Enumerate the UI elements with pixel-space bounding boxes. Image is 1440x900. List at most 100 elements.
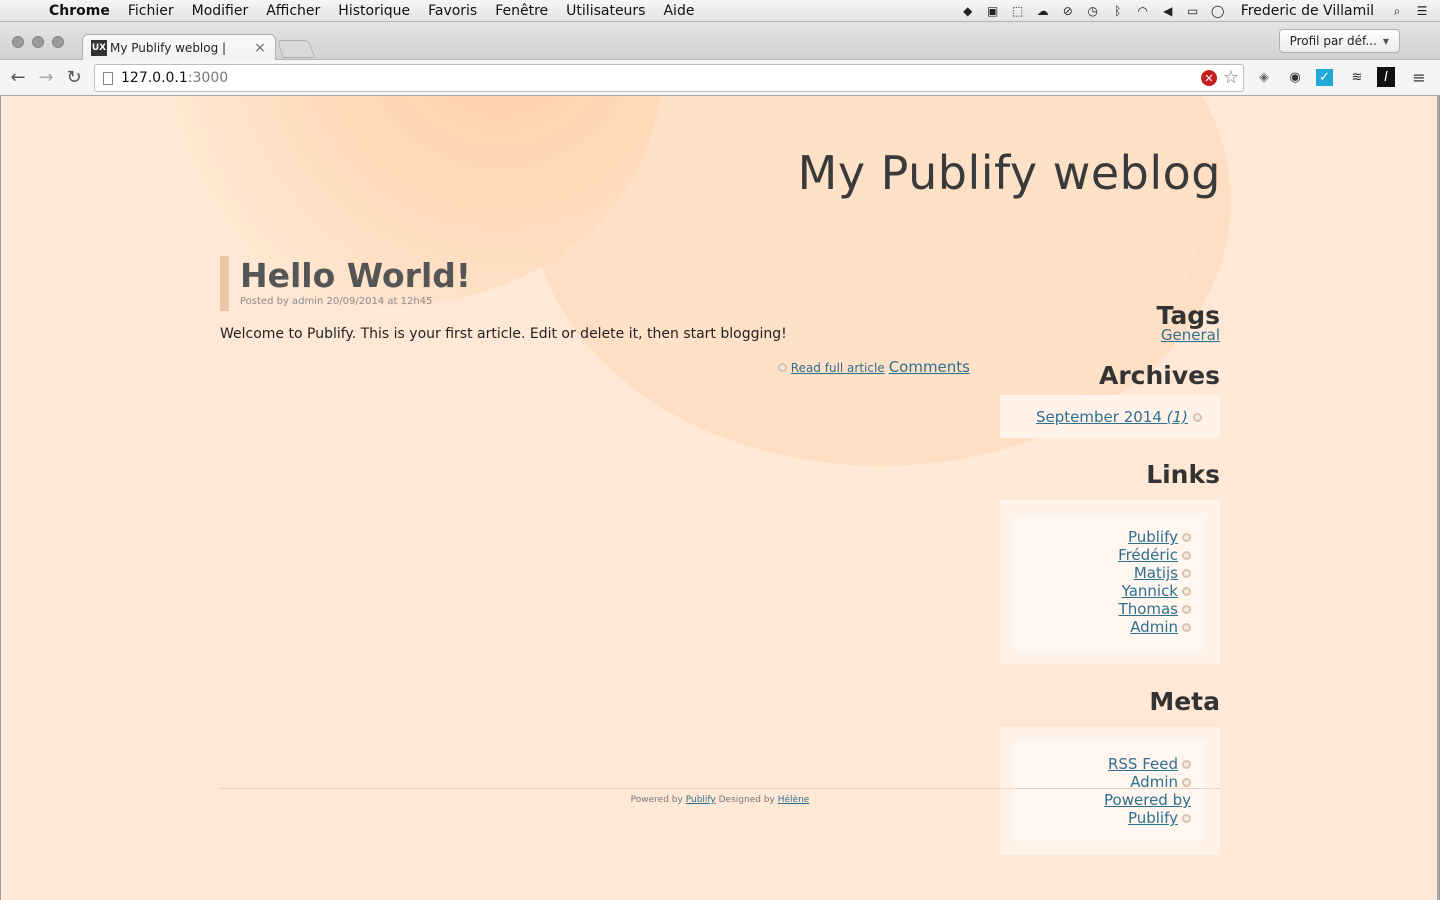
menu-favoris[interactable]: Favoris xyxy=(419,3,486,19)
links-box: Publify Frédéric Matijs Yannick Thomas A… xyxy=(1000,500,1220,664)
link-publify[interactable]: Publify xyxy=(1128,528,1178,546)
color-picker-icon[interactable]: ◉ xyxy=(1284,66,1306,88)
read-full-article-link[interactable]: Read full article xyxy=(791,361,885,375)
tab-my-publify-weblog[interactable]: UX My Publify weblog | × xyxy=(82,34,276,61)
bullet-icon xyxy=(1182,814,1191,823)
article-title[interactable]: Hello World! xyxy=(240,256,972,296)
rss-feed-link[interactable]: RSS Feed xyxy=(1108,755,1178,773)
address-bar[interactable]: 127.0.0.1:3000 ✕ ☆ xyxy=(94,64,1244,92)
spotlight-search-icon[interactable]: ⌕ xyxy=(1389,4,1405,18)
tab-strip: UX My Publify weblog | × Profil par déf.… xyxy=(0,22,1440,61)
archives-box: September 2014 (1) xyxy=(1000,395,1220,438)
bullet-icon xyxy=(1182,551,1191,560)
url-host: 127.0.0.1 xyxy=(121,70,188,86)
profile-label: Profil par déf... xyxy=(1289,34,1377,48)
tab-close-icon[interactable]: × xyxy=(253,40,267,56)
menu-fenetre[interactable]: Fenêtre xyxy=(486,3,557,19)
screenshot-icon[interactable]: ⬚ xyxy=(1010,4,1026,18)
list-item: Admin xyxy=(1024,618,1191,636)
list-item: Matijs xyxy=(1024,564,1191,582)
bullet-icon xyxy=(1182,569,1191,578)
layers-icon[interactable]: ≋ xyxy=(1346,66,1368,88)
sync-icon[interactable]: ⊘ xyxy=(1060,4,1076,18)
page-footer: Powered by Publify Designed by Hélène xyxy=(220,788,1220,805)
url-port: :3000 xyxy=(187,70,229,86)
volume-icon[interactable]: ◀ xyxy=(1160,4,1176,18)
pocket-icon[interactable]: ◈ xyxy=(1253,66,1275,88)
menu-modifier[interactable]: Modifier xyxy=(183,3,258,19)
powered-by-line2: Publify xyxy=(1127,809,1178,827)
time-machine-icon[interactable]: ◷ xyxy=(1085,4,1101,18)
chrome-menu-icon[interactable]: ≡ xyxy=(1408,66,1430,88)
link-admin[interactable]: Admin xyxy=(1130,618,1178,636)
meta-heading: Meta xyxy=(1149,687,1220,716)
links-box-inner: Publify Frédéric Matijs Yannick Thomas A… xyxy=(1014,514,1206,650)
link-yannick[interactable]: Yannick xyxy=(1122,582,1178,600)
b-app-icon[interactable]: ▣ xyxy=(985,4,1001,18)
instapaper-icon[interactable]: I xyxy=(1377,67,1395,87)
bullet-icon xyxy=(1182,587,1191,596)
adblock-stop-icon[interactable]: ✕ xyxy=(1201,70,1217,86)
menu-app-chrome[interactable]: Chrome xyxy=(40,3,119,19)
battery-icon[interactable]: ▭ xyxy=(1185,4,1201,18)
article-header: Hello World! Posted by admin 20/09/2014 … xyxy=(220,256,972,311)
menu-historique[interactable]: Historique xyxy=(329,3,419,19)
archive-month: September 2014 xyxy=(1036,408,1162,426)
list-item: Thomas xyxy=(1024,600,1191,618)
browser-toolbar: ← → ↻ 127.0.0.1:3000 ✕ ☆ ◈ ◉ ✓ ≋ I ≡ xyxy=(0,60,1440,96)
minimize-window-icon[interactable] xyxy=(32,36,44,48)
menu-fichier[interactable]: Fichier xyxy=(119,3,183,19)
list-item: RSS Feed xyxy=(1024,755,1191,773)
bullet-icon xyxy=(1182,778,1191,787)
tag-general-link[interactable]: General xyxy=(1161,326,1220,344)
link-matijs[interactable]: Matijs xyxy=(1134,564,1178,582)
check-extension-icon[interactable]: ✓ xyxy=(1316,69,1333,86)
macos-menu-bar: Chrome Fichier Modifier Afficher Histori… xyxy=(0,0,1440,22)
bullet-icon xyxy=(777,363,787,372)
list-item: Frédéric xyxy=(1024,546,1191,564)
chevron-down-icon: ▼ xyxy=(1382,36,1389,46)
link-thomas[interactable]: Thomas xyxy=(1119,600,1178,618)
archive-september-2014-link[interactable]: September 2014 (1) xyxy=(1036,408,1188,426)
menu-afficher[interactable]: Afficher xyxy=(257,3,329,19)
bookmark-star-icon[interactable]: ☆ xyxy=(1223,67,1239,88)
window-edge xyxy=(1437,96,1439,900)
wifi-icon[interactable]: ◠ xyxy=(1135,4,1151,18)
footer-designer-link[interactable]: Hélène xyxy=(778,795,810,805)
blog-page: My Publify weblog Hello World! Posted by… xyxy=(1,96,1439,900)
tab-favicon: UX xyxy=(91,40,107,56)
menu-status-area: ◆ ▣ ⬚ ☁ ⊘ ◷ ᛒ ◠ ◀ ▭ ◯ Frederic de Villam… xyxy=(960,0,1430,22)
cloud-icon[interactable]: ☁ xyxy=(1035,4,1051,18)
bullet-icon xyxy=(1182,760,1191,769)
comments-link[interactable]: Comments xyxy=(889,358,970,376)
forward-arrow-icon[interactable]: → xyxy=(35,66,57,88)
article-meta: Posted by admin 20/09/2014 at 12h45 xyxy=(240,296,433,307)
archive-count: (1) xyxy=(1166,408,1188,426)
reload-icon[interactable]: ↻ xyxy=(63,66,85,88)
menu-aide[interactable]: Aide xyxy=(654,3,703,19)
menu-user-name[interactable]: Frederic de Villamil xyxy=(1235,3,1380,19)
site-title[interactable]: My Publify weblog xyxy=(798,146,1221,200)
footer-publify-link[interactable]: Publify xyxy=(686,795,716,805)
user-switch-icon[interactable]: ◯ xyxy=(1210,4,1226,18)
page-viewport: My Publify weblog Hello World! Posted by… xyxy=(0,96,1440,900)
menu-utilisateurs[interactable]: Utilisateurs xyxy=(557,3,654,19)
tab-title: My Publify weblog | xyxy=(110,41,227,55)
chrome-window: UX My Publify weblog | × Profil par déf.… xyxy=(0,22,1440,900)
back-arrow-icon[interactable]: ← xyxy=(7,66,29,88)
footer-designed-by: Designed by xyxy=(718,795,775,805)
archives-heading: Archives xyxy=(1099,361,1220,390)
evernote-icon[interactable]: ◆ xyxy=(960,4,976,18)
link-frederic[interactable]: Frédéric xyxy=(1118,546,1178,564)
notification-list-icon[interactable]: ☰ xyxy=(1414,4,1430,18)
page-icon xyxy=(103,71,113,85)
zoom-window-icon[interactable] xyxy=(52,36,64,48)
list-item: Yannick xyxy=(1024,582,1191,600)
new-tab-button[interactable] xyxy=(276,40,316,58)
profile-button[interactable]: Profil par déf... ▼ xyxy=(1278,29,1400,53)
list-item: Publify xyxy=(1024,528,1191,546)
close-window-icon[interactable] xyxy=(12,36,24,48)
bluetooth-icon[interactable]: ᛒ xyxy=(1110,4,1126,18)
footer-powered-by: Powered by xyxy=(630,795,683,805)
bullet-icon xyxy=(1193,413,1202,422)
